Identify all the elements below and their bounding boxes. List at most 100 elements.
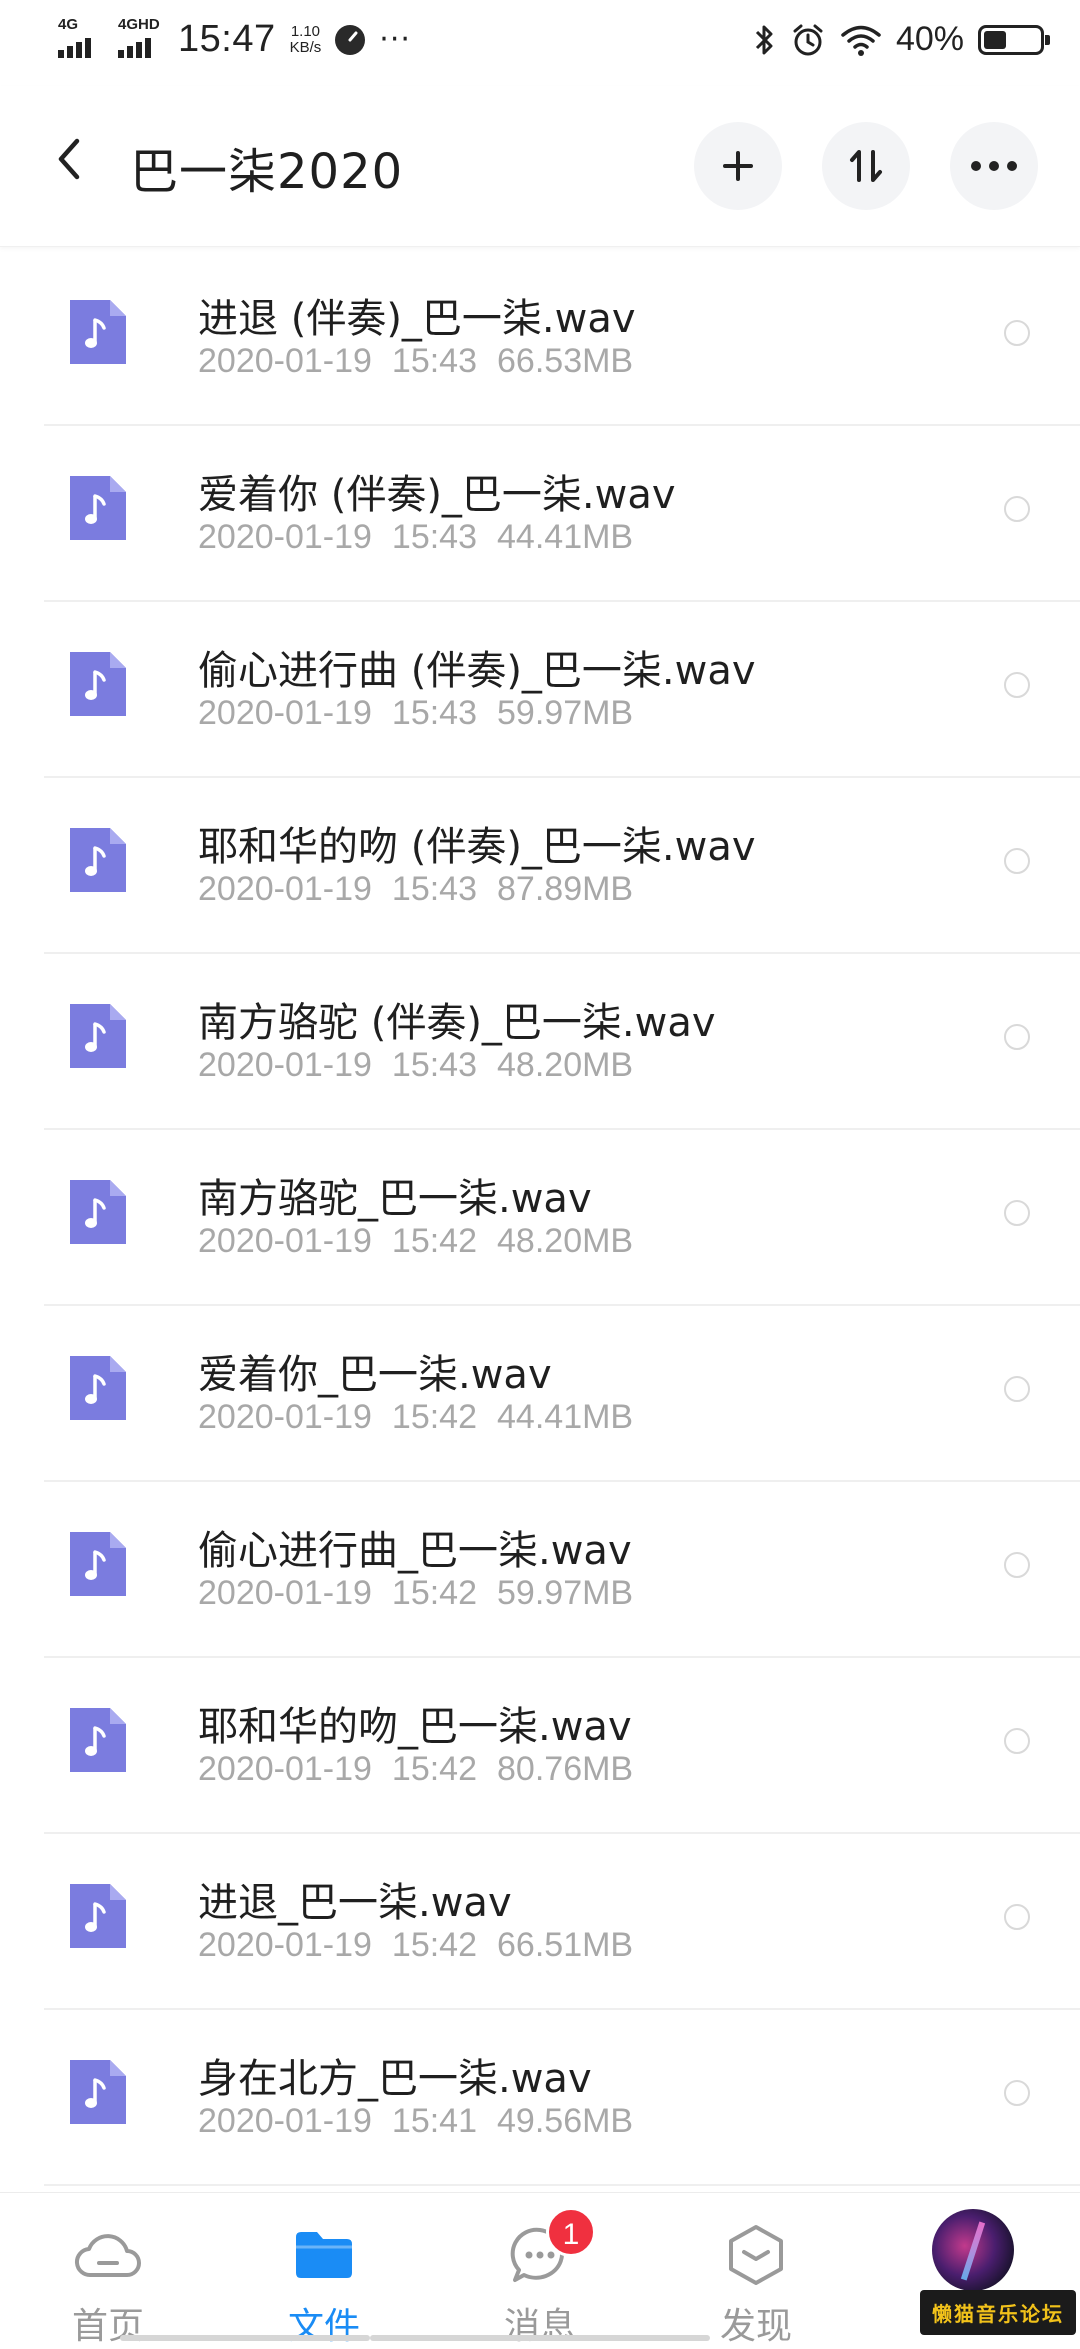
file-date: 2020-01-19	[198, 870, 372, 908]
file-time: 15:41	[391, 2102, 478, 2140]
file-date: 2020-01-19	[198, 1750, 372, 1788]
file-row[interactable]: 南方骆驼 (伴奏)_巴一柒.wav 2020-01-19 15:43 48.20MB	[0, 954, 1080, 1130]
file-size: 49.56MB	[497, 2102, 634, 2140]
file-row[interactable]: 进退_巴一柒.wav 2020-01-19 15:42 66.51MB	[0, 1834, 1080, 2010]
file-date: 2020-01-19	[198, 342, 372, 380]
select-radio[interactable]	[1004, 1552, 1030, 1578]
file-row[interactable]: 耶和华的吻 (伴奏)_巴一柒.wav 2020-01-19 15:43 87.89M…	[0, 778, 1080, 954]
select-radio[interactable]	[1004, 320, 1030, 346]
file-name: 爱着你 (伴奏)_巴一柒.wav	[198, 472, 676, 518]
clock: 15:47	[178, 18, 276, 60]
file-list: 进退 (伴奏)_巴一柒.wav 2020-01-19 15:43 66.53MB 爱…	[0, 250, 1080, 2186]
file-size: 66.51MB	[497, 1926, 634, 1964]
select-radio[interactable]	[1004, 1024, 1030, 1050]
status-bar: 4G 4GHD 15:47 1.10 KB/s ··· 40%	[0, 0, 1080, 86]
battery-level	[984, 30, 1006, 49]
nav-discover[interactable]: 发现	[676, 2193, 836, 2347]
file-row[interactable]: 身在北方_巴一柒.wav 2020-01-19 15:41 49.56MB	[0, 2010, 1080, 2186]
discover-cube-icon	[720, 2219, 792, 2291]
bluetooth-icon	[755, 25, 773, 54]
nav-discover-label: 发现	[719, 2306, 792, 2347]
file-meta: 2020-01-19 15:43 48.20MB	[198, 1046, 653, 1085]
audio-file-icon	[70, 1884, 126, 1948]
more-notifications-icon: ···	[379, 21, 411, 57]
file-date: 2020-01-19	[198, 1046, 372, 1084]
select-radio[interactable]	[1004, 1376, 1030, 1402]
file-size: 66.53MB	[497, 342, 634, 380]
network-speed-value: 1.10	[290, 22, 321, 40]
back-button[interactable]	[44, 134, 94, 184]
file-size: 87.89MB	[497, 870, 634, 908]
file-meta: 2020-01-19 15:42 59.97MB	[198, 1574, 653, 1613]
file-name: 身在北方_巴一柒.wav	[198, 2056, 592, 2102]
select-radio[interactable]	[1004, 1200, 1030, 1226]
watermark: 懒猫音乐论坛	[920, 2290, 1076, 2335]
audio-file-icon	[70, 300, 126, 364]
audio-file-icon	[70, 1708, 126, 1772]
divider	[44, 2184, 1080, 2186]
file-time: 15:42	[391, 1222, 478, 1260]
file-size: 59.97MB	[497, 1574, 634, 1612]
file-date: 2020-01-19	[198, 694, 372, 732]
plus-icon	[723, 151, 753, 181]
nav-home-label: 首页	[71, 2306, 144, 2347]
file-name: 南方骆驼_巴一柒.wav	[198, 1176, 592, 1222]
file-row[interactable]: 爱着你_巴一柒.wav 2020-01-19 15:42 44.41MB	[0, 1306, 1080, 1482]
file-meta: 2020-01-19 15:43 87.89MB	[198, 870, 653, 909]
page-title: 巴一柒2020	[130, 144, 404, 200]
file-time: 15:42	[391, 1750, 478, 1788]
status-bar-left: 4G 4GHD 15:47 1.10 KB/s ···	[58, 16, 411, 61]
file-name: 耶和华的吻_巴一柒.wav	[198, 1704, 632, 1750]
more-button[interactable]	[950, 122, 1038, 210]
select-radio[interactable]	[1004, 1904, 1030, 1930]
nav-home[interactable]: 首页	[28, 2193, 188, 2347]
file-time: 15:42	[391, 1574, 478, 1612]
add-button[interactable]	[694, 122, 782, 210]
file-time: 15:43	[391, 518, 478, 556]
header: 巴一柒2020	[0, 86, 1080, 247]
file-name: 爱着你_巴一柒.wav	[198, 1352, 552, 1398]
file-row[interactable]: 偷心进行曲_巴一柒.wav 2020-01-19 15:42 59.97MB	[0, 1482, 1080, 1658]
file-row[interactable]: 南方骆驼_巴一柒.wav 2020-01-19 15:42 48.20MB	[0, 1130, 1080, 1306]
audio-file-icon	[70, 476, 126, 540]
file-date: 2020-01-19	[198, 2102, 372, 2140]
audio-file-icon	[70, 2060, 126, 2124]
select-radio[interactable]	[1004, 672, 1030, 698]
file-size: 48.20MB	[497, 1222, 634, 1260]
audio-file-icon	[70, 1004, 126, 1068]
file-row[interactable]: 耶和华的吻_巴一柒.wav 2020-01-19 15:42 80.76MB	[0, 1658, 1080, 1834]
file-meta: 2020-01-19 15:42 66.51MB	[198, 1926, 653, 1965]
file-meta: 2020-01-19 15:42 44.41MB	[198, 1398, 653, 1437]
speedometer-icon	[335, 24, 366, 55]
unread-badge: 1	[546, 2207, 596, 2257]
sort-button[interactable]	[822, 122, 910, 210]
status-bar-right: 40%	[752, 20, 1050, 59]
file-name: 偷心进行曲_巴一柒.wav	[198, 1528, 632, 1574]
select-radio[interactable]	[1004, 1728, 1030, 1754]
file-time: 15:42	[391, 1926, 478, 1964]
file-row[interactable]: 偷心进行曲 (伴奏)_巴一柒.wav 2020-01-19 15:43 59.97M…	[0, 602, 1080, 778]
select-radio[interactable]	[1004, 848, 1030, 874]
nav-files[interactable]: 文件	[244, 2193, 404, 2347]
nav-messages[interactable]: 1 消息	[460, 2193, 620, 2347]
file-time: 15:43	[391, 694, 478, 732]
file-row[interactable]: 进退 (伴奏)_巴一柒.wav 2020-01-19 15:43 66.53MB	[0, 250, 1080, 426]
file-time: 15:43	[391, 870, 478, 908]
audio-file-icon	[70, 1356, 126, 1420]
audio-file-icon	[70, 652, 126, 716]
signal-1-icon: 4G	[58, 16, 104, 60]
signal-2-icon: 4GHD	[118, 16, 164, 60]
select-radio[interactable]	[1004, 2080, 1030, 2106]
battery-icon	[978, 24, 1050, 55]
cloud-icon	[72, 2219, 144, 2291]
file-row[interactable]: 爱着你 (伴奏)_巴一柒.wav 2020-01-19 15:43 44.41MB	[0, 426, 1080, 602]
network-speed: 1.10 KB/s	[290, 22, 322, 56]
file-time: 15:43	[391, 342, 478, 380]
select-radio[interactable]	[1004, 496, 1030, 522]
audio-file-icon	[70, 1532, 126, 1596]
nav-messages-label: 消息	[503, 2306, 576, 2347]
network-type-2: 4GHD	[118, 15, 160, 33]
chevron-left-icon	[58, 138, 80, 180]
avatar[interactable]	[932, 2209, 1014, 2291]
file-size: 80.76MB	[497, 1750, 634, 1788]
